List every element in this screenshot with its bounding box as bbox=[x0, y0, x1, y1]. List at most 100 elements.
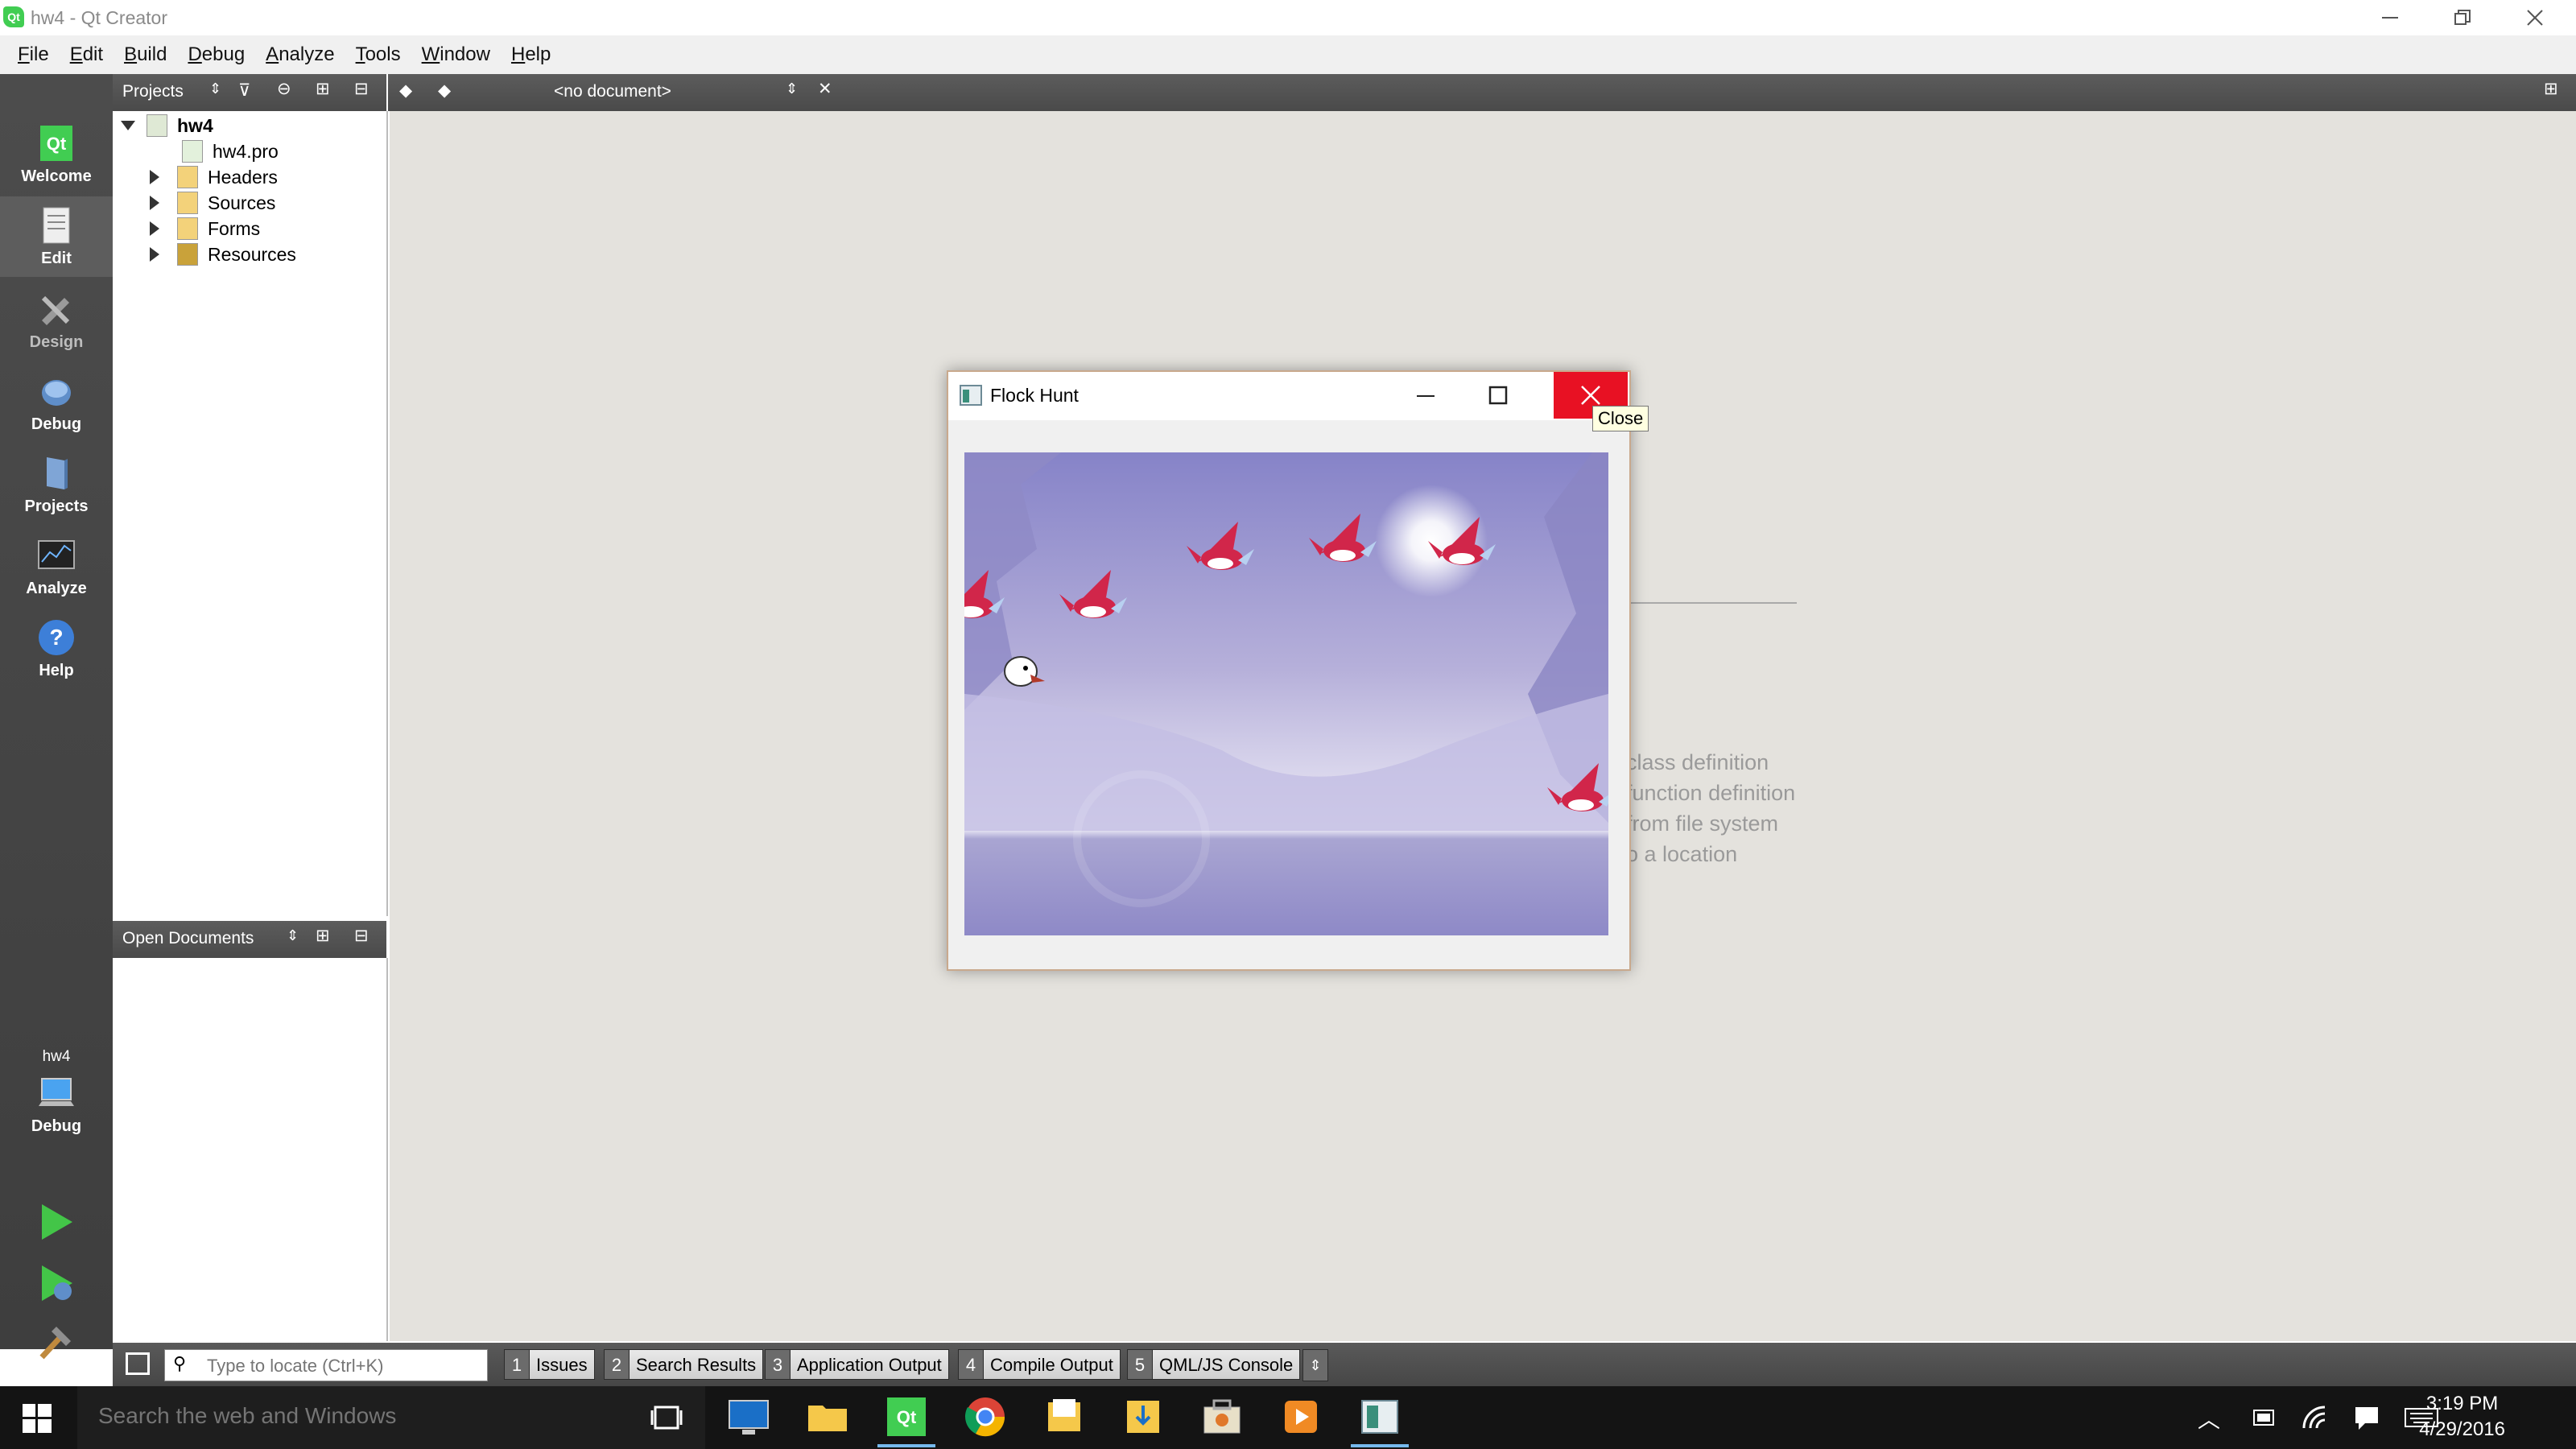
folder-headers-icon bbox=[177, 166, 198, 188]
folder-forms-icon bbox=[177, 217, 198, 240]
menu-file[interactable]: File bbox=[18, 43, 49, 66]
tree-root-row[interactable]: hw4 bbox=[121, 114, 213, 137]
tree-item-pro[interactable]: hw4.pro bbox=[182, 140, 279, 163]
notification-icon[interactable] bbox=[2352, 1404, 2381, 1431]
close-pane-icon[interactable]: ⊟ bbox=[354, 926, 369, 946]
tree-item-resources[interactable]: Resources bbox=[150, 243, 296, 266]
taskbar-clock[interactable]: 3:19 PM 4/29/2016 bbox=[2419, 1391, 2505, 1443]
selector-arrows-icon[interactable]: ⇕ bbox=[287, 927, 299, 944]
locator-field[interactable]: ⚲ bbox=[164, 1349, 488, 1381]
build-button[interactable] bbox=[34, 1319, 79, 1364]
maximize-icon[interactable] bbox=[1488, 385, 1509, 406]
selector-arrows-icon[interactable]: ⇕ bbox=[786, 80, 798, 97]
toggle-sidebar-icon[interactable] bbox=[126, 1352, 150, 1375]
output-tab-qml-console[interactable]: 5 QML/JS Console bbox=[1127, 1349, 1301, 1380]
output-tab-compile-output[interactable]: 4 Compile Output bbox=[958, 1349, 1121, 1380]
close-document-icon[interactable]: ✕ bbox=[818, 79, 832, 99]
taskbar-search-input[interactable] bbox=[97, 1402, 663, 1430]
battery-icon[interactable] bbox=[2249, 1406, 2278, 1430]
computer-icon bbox=[39, 1078, 74, 1106]
wifi-icon[interactable] bbox=[2301, 1404, 2330, 1431]
flock-title-bar[interactable]: Flock Hunt bbox=[948, 372, 1629, 420]
sky-background bbox=[964, 452, 1608, 935]
menu-help[interactable]: Help bbox=[511, 43, 551, 66]
mode-analyze[interactable]: Analyze bbox=[0, 526, 113, 607]
menu-build[interactable]: Build bbox=[124, 43, 167, 66]
back-arrow-icon[interactable]: ◆ bbox=[399, 80, 412, 101]
folder-sources-icon bbox=[177, 192, 198, 214]
mode-label: Analyze bbox=[26, 580, 87, 597]
taskbar-search[interactable] bbox=[77, 1386, 705, 1449]
taskbar-app-lenovo[interactable] bbox=[726, 1394, 771, 1439]
locator-input[interactable] bbox=[205, 1355, 474, 1377]
menu-window[interactable]: Window bbox=[422, 43, 490, 66]
open-documents-selector[interactable]: Open Documents bbox=[122, 929, 254, 948]
mode-welcome[interactable]: Qt Welcome bbox=[0, 114, 113, 195]
mode-debug[interactable]: Debug bbox=[0, 362, 113, 443]
minimize-icon bbox=[2382, 17, 2398, 19]
taskbar-app-flock-hunt[interactable] bbox=[1351, 1394, 1409, 1447]
qt-creator-icon: Qt bbox=[887, 1397, 926, 1436]
minimize-button[interactable] bbox=[2354, 0, 2426, 35]
chevron-up-icon[interactable]: ︿ bbox=[2198, 1402, 2220, 1435]
output-tab-search-results[interactable]: 2 Search Results bbox=[604, 1349, 764, 1380]
restore-button[interactable] bbox=[2426, 0, 2499, 35]
tree-item-forms[interactable]: Forms bbox=[150, 217, 260, 240]
project-tree: hw4 hw4.pro Headers Sources Forms Resour… bbox=[113, 111, 388, 916]
clock-date: 4/29/2016 bbox=[2419, 1418, 2505, 1440]
menu-edit[interactable]: Edit bbox=[70, 43, 103, 66]
split-icon[interactable]: ⊞ bbox=[316, 926, 330, 946]
expand-right-icon[interactable] bbox=[150, 221, 159, 236]
document-selector[interactable]: <no document> bbox=[554, 82, 671, 101]
tree-item-headers[interactable]: Headers bbox=[150, 166, 278, 188]
taskbar-app-tool[interactable] bbox=[1199, 1394, 1245, 1439]
close-window-button[interactable] bbox=[2499, 0, 2571, 35]
menu-tools[interactable]: Tools bbox=[356, 43, 401, 66]
expand-down-icon[interactable] bbox=[121, 121, 135, 130]
pencil-ruler-icon bbox=[41, 295, 70, 325]
tree-item-sources[interactable]: Sources bbox=[150, 192, 275, 214]
tab-number: 3 bbox=[765, 1349, 791, 1380]
more-tabs-button[interactable]: ⇕ bbox=[1302, 1349, 1328, 1381]
debug-run-button[interactable] bbox=[34, 1261, 79, 1306]
restore-icon bbox=[2454, 10, 2471, 25]
taskbar-app-downloads[interactable] bbox=[1121, 1394, 1166, 1439]
tab-label: QML/JS Console bbox=[1153, 1349, 1301, 1380]
menu-debug[interactable]: Debug bbox=[188, 43, 245, 66]
taskbar-app-chrome[interactable] bbox=[963, 1394, 1008, 1439]
expand-right-icon[interactable] bbox=[150, 196, 159, 210]
taskbar-app-qtcreator[interactable]: Qt bbox=[877, 1394, 935, 1447]
mode-projects[interactable]: Projects bbox=[0, 444, 113, 525]
flock-hunt-window[interactable]: Flock Hunt bbox=[947, 370, 1631, 971]
mode-design[interactable]: Design bbox=[0, 280, 113, 361]
tab-label: Search Results bbox=[630, 1349, 764, 1380]
link-icon[interactable]: ⊖ bbox=[277, 79, 291, 99]
windows-start-icon[interactable] bbox=[23, 1404, 52, 1433]
taskbar-app-explorer[interactable] bbox=[805, 1394, 850, 1439]
mode-label: Welcome bbox=[21, 167, 92, 185]
expand-right-icon[interactable] bbox=[150, 170, 159, 184]
filter-icon[interactable]: ⊽ bbox=[238, 80, 250, 101]
split-icon[interactable]: ⊞ bbox=[316, 79, 330, 99]
close-pane-icon[interactable]: ⊟ bbox=[354, 79, 369, 99]
forward-arrow-icon[interactable]: ◆ bbox=[438, 80, 451, 101]
split-icon[interactable]: ⊞ bbox=[2544, 79, 2558, 99]
run-button[interactable] bbox=[34, 1199, 79, 1245]
minimize-icon[interactable] bbox=[1415, 386, 1436, 406]
kit-selector[interactable]: hw4 Debug bbox=[0, 1048, 113, 1169]
game-canvas[interactable] bbox=[964, 452, 1608, 935]
question-circle-icon: ? bbox=[39, 620, 74, 655]
selector-arrows-icon[interactable]: ⇕ bbox=[209, 80, 221, 97]
output-tab-issues[interactable]: 1 Issues bbox=[504, 1349, 595, 1380]
menu-bar: File Edit Build Debug Analyze Tools Wind… bbox=[0, 35, 2576, 74]
task-view-icon[interactable] bbox=[650, 1404, 683, 1431]
output-tab-application-output[interactable]: 3 Application Output bbox=[765, 1349, 949, 1380]
taskbar-app-media[interactable] bbox=[1278, 1394, 1323, 1439]
expand-right-icon[interactable] bbox=[150, 247, 159, 262]
mode-help[interactable]: ? Help bbox=[0, 609, 113, 689]
mode-edit[interactable]: Edit bbox=[0, 196, 113, 277]
menu-analyze[interactable]: Analyze bbox=[266, 43, 334, 66]
projects-view-selector[interactable]: Projects bbox=[122, 82, 184, 101]
taskbar-app-files[interactable] bbox=[1042, 1394, 1087, 1439]
hint-file-system: from file system bbox=[1626, 811, 1779, 836]
